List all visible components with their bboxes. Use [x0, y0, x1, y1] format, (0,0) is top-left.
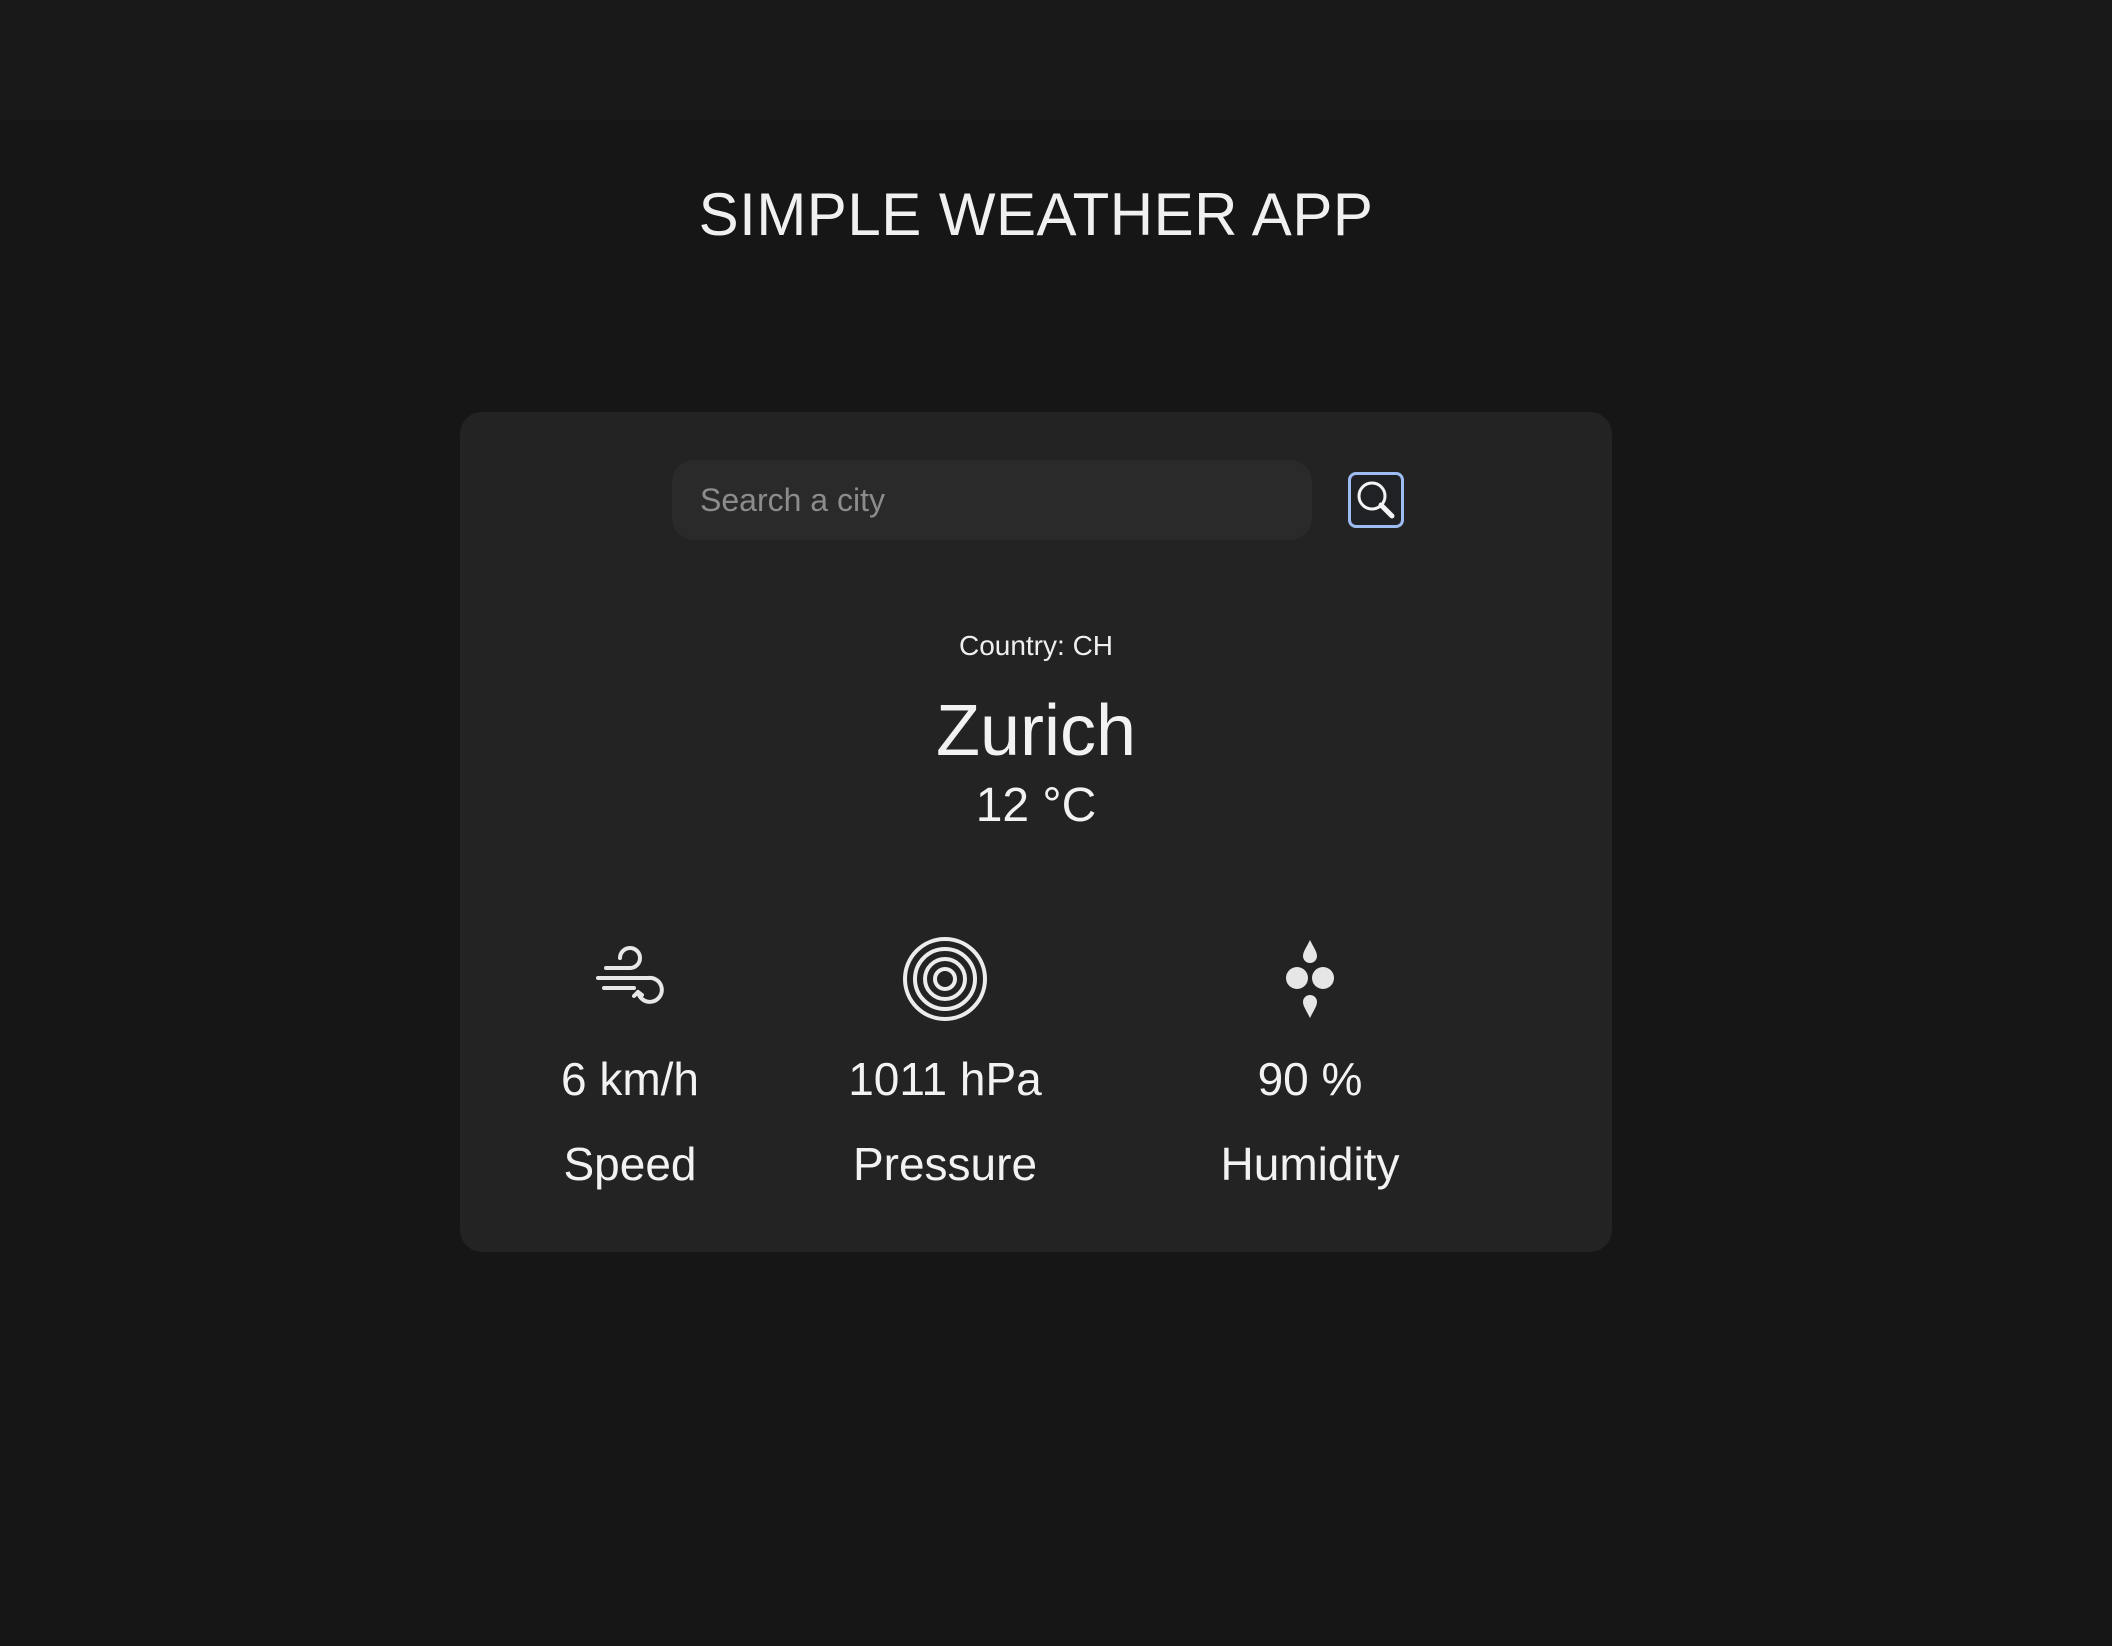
- pressure-label: Pressure: [852, 1138, 1038, 1190]
- pressure-icon: [903, 937, 987, 1021]
- search-icon: [1357, 481, 1395, 519]
- pressure-value: 1011 hPa: [848, 1053, 1042, 1105]
- stat-speed: 6 km/h Speed: [500, 924, 760, 1194]
- humidity-icon: [1286, 940, 1334, 1018]
- page-title: SIMPLE WEATHER APP: [698, 181, 1374, 248]
- wind-icon: [596, 946, 664, 1004]
- top-bar: [0, 0, 2112, 120]
- wind-speed-value: 6 km/h: [560, 1053, 700, 1105]
- stat-humidity: 90 % Humidity: [1180, 924, 1440, 1194]
- humidity-value: 90 %: [1257, 1053, 1363, 1105]
- search-button[interactable]: [1348, 472, 1404, 528]
- humidity-label: Humidity: [1220, 1138, 1400, 1190]
- wind-speed-label: Speed: [563, 1138, 697, 1190]
- stat-pressure: 1011 hPa Pressure: [815, 924, 1075, 1194]
- city-name: Zurich: [935, 691, 1137, 771]
- temperature: 12 °C: [975, 779, 1097, 832]
- country-label: Country: CH: [958, 630, 1114, 661]
- weather-card: Country: CH Zurich 12 °C 6 km/h Speed: [460, 412, 1612, 1252]
- search-input[interactable]: [672, 460, 1312, 540]
